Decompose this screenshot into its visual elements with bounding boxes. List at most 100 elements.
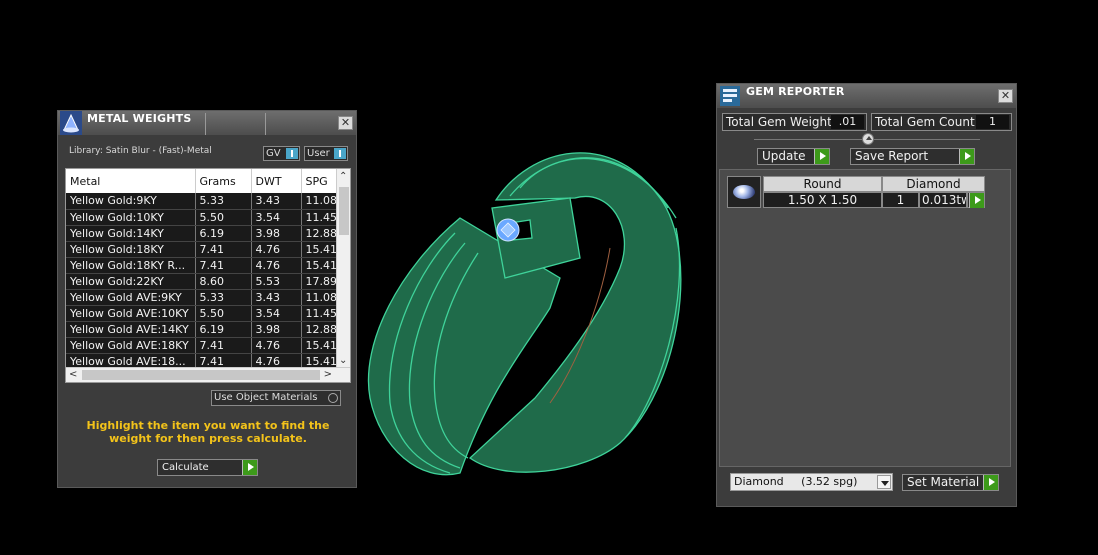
table-cell: Yellow Gold AVE:9KY [66,289,196,306]
table-cell: Yellow Gold:18KY R... [66,257,196,274]
table-cell: 8.60 [195,273,252,290]
gem-reporter-titlebar[interactable]: GEM REPORTER ✕ [717,84,1016,108]
total-gem-weight-field: Total Gem Weight .01 [722,113,867,131]
table-cell: 11.08 [301,289,339,306]
user-toggle-label: User [307,148,330,159]
calculate-button[interactable]: Calculate [157,459,258,476]
close-icon[interactable]: ✕ [998,89,1013,103]
table-cell: 3.98 [251,321,302,338]
set-material-label: Set Material [907,475,980,489]
play-arrow-icon [969,193,984,208]
toggle-knob-icon [286,148,298,159]
table-cell: 6.19 [195,225,252,242]
metal-weights-table[interactable]: Metal Grams DWT SPG Yellow Gold:9KY 5.33 3… [65,168,351,383]
save-report-button[interactable]: Save Report [850,148,975,165]
table-row[interactable]: Yellow Gold:22KY 8.60 5.53 17.89 [66,273,339,290]
table-cell: 12.88 [301,321,339,338]
table-cell: Yellow Gold AVE:10KY [66,305,196,322]
table-row[interactable]: Yellow Gold AVE:14KY 6.19 3.98 12.88 [66,321,339,338]
table-cell: Yellow Gold:14KY [66,225,196,242]
metal-weights-title: METAL WEIGHTS [87,112,192,125]
ring-3d-model[interactable] [360,128,690,480]
play-arrow-icon [983,475,998,490]
table-cell: 7.41 [195,337,252,354]
table-row[interactable]: Yellow Gold:10KY 5.50 3.54 11.45 [66,209,339,226]
column-header-dwt[interactable]: DWT [251,169,302,193]
gem-count-value: 1 [882,192,919,208]
table-row[interactable]: Yellow Gold AVE:18KY 7.41 4.76 15.41 [66,337,339,354]
column-header-grams[interactable]: Grams [195,169,252,193]
gem-reporter-title: GEM REPORTER [746,85,845,98]
table-cell: 3.43 [251,289,302,306]
total-gem-weight-value: .01 [831,115,864,129]
set-material-button[interactable]: Set Material [902,474,999,491]
gem-reporter-logo-icon [720,86,740,106]
library-label: Library: Satin Blur - (Fast)-Metal [69,146,212,156]
scroll-up-icon[interactable]: ⌃ [339,172,347,182]
vertical-scrollbar[interactable]: ⌃ ⌄ [336,169,350,368]
table-cell: 3.54 [251,305,302,322]
table-cell: 11.45 [301,305,339,322]
table-row[interactable]: Yellow Gold:14KY 6.19 3.98 12.88 [66,225,339,242]
gem-reporter-panel: GEM REPORTER ✕ Total Gem Weight .01 Tota… [716,83,1017,507]
table-row[interactable]: Yellow Gold:18KY 7.41 4.76 15.41 [66,241,339,258]
table-row[interactable]: Yellow Gold:9KY 5.33 3.43 11.08 [66,193,339,210]
use-object-materials-checkbox[interactable]: Use Object Materials [211,390,341,406]
table-cell: 17.89 [301,273,339,290]
horizontal-scrollbar[interactable]: < > [66,367,350,382]
gem-row-detail-button[interactable] [967,192,985,208]
table-cell: 5.53 [251,273,302,290]
update-button[interactable]: Update [757,148,830,165]
material-select[interactable]: Diamond (3.52 spg) [730,473,893,491]
play-arrow-icon [814,149,829,164]
column-header-spg[interactable]: SPG [301,169,339,193]
material-select-value: Diamond (3.52 spg) [734,475,858,488]
metal-weights-titlebar[interactable]: METAL WEIGHTS ✕ [58,111,356,135]
save-report-label: Save Report [855,149,929,163]
column-header-metal[interactable]: Metal [66,169,196,193]
gv-toggle-label: GV [266,148,281,159]
table-cell: 12.88 [301,225,339,242]
scroll-left-icon[interactable]: < [69,370,77,380]
scroll-right-icon[interactable]: > [324,370,332,380]
total-gem-count-label: Total Gem Count [875,115,975,129]
title-tab-divider [205,113,206,135]
table-cell: Yellow Gold:18KY [66,241,196,258]
total-gem-weight-label: Total Gem Weight [726,115,832,129]
diamond-gem-icon [496,218,520,242]
table-cell: 4.76 [251,337,302,354]
table-cell: Yellow Gold:10KY [66,209,196,226]
table-cell: 7.41 [195,257,252,274]
collapse-toggle-icon[interactable] [862,133,874,145]
table-cell: 5.33 [195,193,252,210]
metal-weights-panel: METAL WEIGHTS ✕ Library: Satin Blur - (F… [57,110,357,488]
table-row[interactable]: Yellow Gold:18KY R... 7.41 4.76 15.41 [66,257,339,274]
table-row[interactable]: Yellow Gold AVE:10KY 5.50 3.54 11.45 [66,305,339,322]
play-arrow-icon [242,460,257,475]
table-cell: Yellow Gold AVE:14KY [66,321,196,338]
table-cell: 11.45 [301,209,339,226]
table-cell: 15.41 [301,337,339,354]
user-toggle[interactable]: User [304,146,348,161]
chevron-down-icon[interactable] [877,475,891,489]
gem-material-header: Diamond [882,176,985,192]
gem-list[interactable] [719,169,1011,467]
table-cell: 7.41 [195,241,252,258]
table-cell: 6.19 [195,321,252,338]
table-cell: Yellow Gold:22KY [66,273,196,290]
table-cell: 3.54 [251,209,302,226]
vertical-scroll-thumb[interactable] [339,187,349,235]
horizontal-scroll-thumb[interactable] [82,370,320,380]
gem-weight-value: 0.013tw [919,192,967,208]
table-row[interactable]: Yellow Gold AVE:9KY 5.33 3.43 11.08 [66,289,339,306]
total-gem-count-field: Total Gem Count 1 [871,113,1012,131]
round-gem-icon[interactable] [727,176,761,208]
table-cell: 5.50 [195,209,252,226]
gv-toggle[interactable]: GV [263,146,300,161]
close-icon[interactable]: ✕ [338,116,353,130]
scroll-down-icon[interactable]: ⌄ [339,356,347,366]
toggle-knob-icon [334,148,346,159]
table-cell: 4.76 [251,257,302,274]
table-cell: 5.50 [195,305,252,322]
table-cell: 15.41 [301,241,339,258]
